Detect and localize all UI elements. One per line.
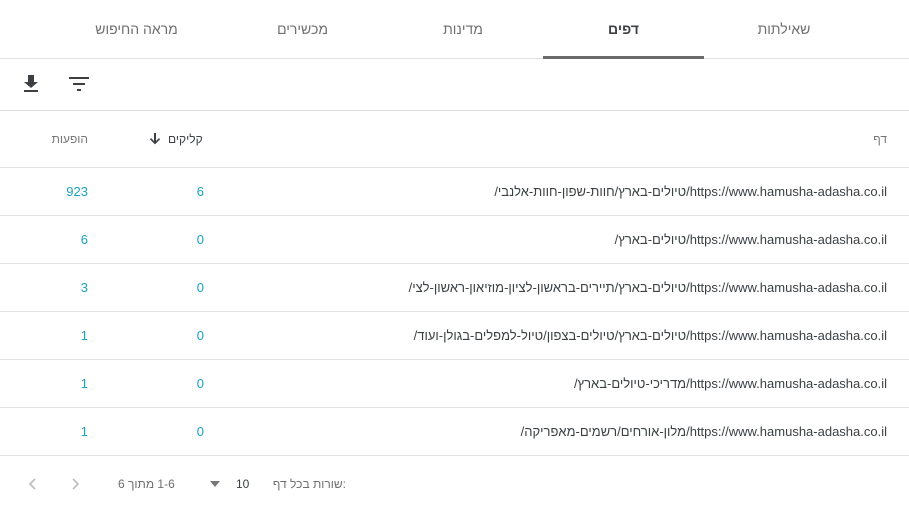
page-url-cell: https://www.hamusha-adasha.co.il/טיולים-…: [408, 280, 887, 295]
filter-button[interactable]: [64, 69, 94, 99]
clicks-cell: 0: [196, 376, 204, 391]
column-header-impressions[interactable]: הופעות: [52, 111, 88, 167]
download-icon: [24, 75, 38, 92]
table-row[interactable]: https://www.hamusha-adasha.co.il/מדריכי-…: [0, 360, 909, 408]
tab-label: מראה החיפוש: [95, 21, 178, 37]
column-header-page[interactable]: דף: [873, 111, 887, 167]
page-url-cell: https://www.hamusha-adasha.co.il/מדריכי-…: [573, 376, 887, 391]
tab-devices[interactable]: מכשירים: [222, 0, 383, 58]
sort-arrow-down-icon: [150, 133, 160, 145]
download-button[interactable]: [16, 69, 46, 99]
tab-bar: שאילתות דפים מדינות מכשירים מראה החיפוש: [0, 0, 909, 59]
table-row[interactable]: https://www.hamusha-adasha.co.il/טיולים-…: [0, 264, 909, 312]
clicks-cell: 0: [196, 280, 204, 295]
chevron-right-icon: [72, 478, 80, 490]
clicks-cell: 0: [196, 424, 204, 439]
pagination-bar: שורות בכל דף: 10 1-6 מתוך 6: [0, 456, 909, 512]
impressions-cell: 923: [66, 184, 88, 199]
column-header-label: דף: [873, 132, 887, 146]
page-url-cell: https://www.hamusha-adasha.co.il/מלון-או…: [520, 424, 887, 439]
next-page-button[interactable]: [72, 456, 80, 512]
impressions-cell: 6: [80, 232, 88, 247]
impressions-cell: 1: [80, 328, 88, 343]
tab-countries[interactable]: מדינות: [383, 0, 543, 58]
table-toolbar: [0, 59, 909, 111]
tab-label: מדינות: [443, 21, 483, 37]
clicks-cell: 0: [196, 328, 204, 343]
page-url-cell: https://www.hamusha-adasha.co.il/טיולים-…: [614, 232, 887, 247]
impressions-cell: 1: [80, 424, 88, 439]
column-header-clicks[interactable]: קליקים: [150, 111, 203, 167]
tab-queries[interactable]: שאילתות: [704, 0, 864, 58]
tab-label: שאילתות: [757, 21, 811, 37]
filter-icon: [69, 77, 89, 91]
page-url-cell: https://www.hamusha-adasha.co.il/טיולים-…: [494, 184, 887, 199]
table-row[interactable]: https://www.hamusha-adasha.co.il/טיולים-…: [0, 312, 909, 360]
impressions-cell: 1: [80, 376, 88, 391]
rows-per-page-value: 10: [236, 477, 250, 491]
tab-label: דפים: [608, 21, 639, 37]
previous-page-button[interactable]: [28, 456, 36, 512]
impressions-cell: 3: [80, 280, 88, 295]
tab-pages[interactable]: דפים: [543, 0, 704, 59]
column-header-label: קליקים: [168, 132, 203, 146]
table-row[interactable]: https://www.hamusha-adasha.co.il/מלון-או…: [0, 408, 909, 456]
tab-search-appearance[interactable]: מראה החיפוש: [51, 0, 222, 58]
chevron-left-icon: [28, 478, 36, 490]
clicks-cell: 0: [196, 232, 204, 247]
dropdown-arrow-icon: [210, 481, 220, 487]
page-url-cell: https://www.hamusha-adasha.co.il/טיולים-…: [413, 328, 887, 343]
rows-per-page-select[interactable]: 10: [210, 456, 270, 512]
table-row[interactable]: https://www.hamusha-adasha.co.il/טיולים-…: [0, 216, 909, 264]
clicks-cell: 6: [196, 184, 204, 199]
table-header: דף קליקים הופעות: [0, 111, 909, 168]
column-header-label: הופעות: [51, 132, 88, 146]
page-range-text: 1-6 מתוך 6: [118, 477, 175, 491]
rows-per-page-label: שורות בכל דף:: [272, 477, 346, 491]
tab-label: מכשירים: [277, 21, 328, 37]
table-row[interactable]: https://www.hamusha-adasha.co.il/טיולים-…: [0, 168, 909, 216]
